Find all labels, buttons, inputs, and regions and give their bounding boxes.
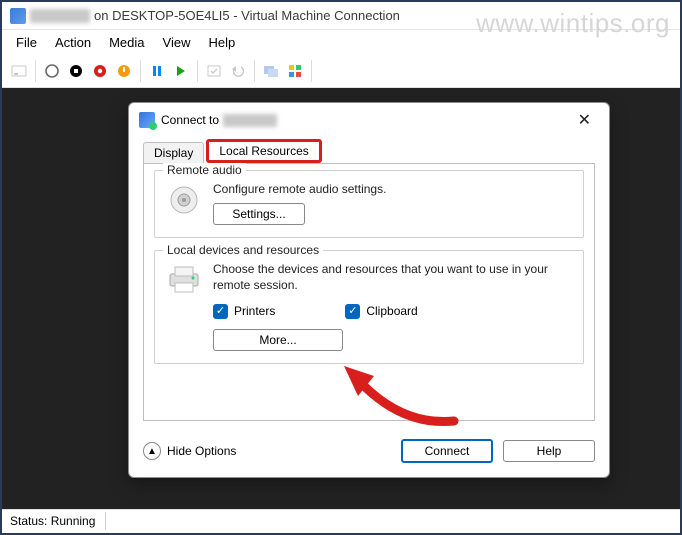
dialog-titlebar: Connect to ✕ xyxy=(129,103,609,137)
shutdown-icon[interactable] xyxy=(89,60,111,82)
enhanced-session-icon[interactable] xyxy=(260,60,282,82)
checkbox-printers[interactable]: ✓ Printers xyxy=(213,304,275,319)
vm-name-obscured xyxy=(30,9,90,23)
menu-action[interactable]: Action xyxy=(47,32,99,53)
group-local-devices: Local devices and resources Choose the d… xyxy=(154,250,584,363)
audio-settings-button[interactable]: Settings... xyxy=(213,203,305,225)
menu-view[interactable]: View xyxy=(155,32,199,53)
turnoff-icon[interactable] xyxy=(65,60,87,82)
connect-button[interactable]: Connect xyxy=(401,439,493,463)
share-icon[interactable] xyxy=(284,60,306,82)
checkbox-clipboard[interactable]: ✓ Clipboard xyxy=(345,304,417,319)
group-title-remote-audio: Remote audio xyxy=(163,163,246,177)
window-title-text: on DESKTOP-5OE4LI5 - Virtual Machine Con… xyxy=(94,8,400,23)
dialog-tabs: Display Local Resources xyxy=(129,137,609,163)
dialog-footer: ▲ Hide Options Connect Help xyxy=(129,431,609,477)
status-text: Status: Running xyxy=(8,512,106,530)
revert-icon[interactable] xyxy=(227,60,249,82)
check-icon: ✓ xyxy=(345,304,360,319)
dialog-title-prefix: Connect to xyxy=(161,113,219,127)
menu-file[interactable]: File xyxy=(8,32,45,53)
menu-media[interactable]: Media xyxy=(101,32,152,53)
checkbox-printers-label: Printers xyxy=(234,304,275,318)
hide-options-button[interactable]: ▲ Hide Options xyxy=(143,442,236,460)
close-icon[interactable]: ✕ xyxy=(570,106,599,134)
menu-help[interactable]: Help xyxy=(200,32,243,53)
group-remote-audio: Remote audio Configure remote audio sett… xyxy=(154,170,584,238)
statusbar: Status: Running xyxy=(2,509,680,531)
dialog-target-obscured xyxy=(223,114,277,127)
remote-audio-desc: Configure remote audio settings. xyxy=(213,181,573,197)
local-devices-desc: Choose the devices and resources that yo… xyxy=(213,261,573,293)
hyperv-icon xyxy=(10,8,26,24)
save-icon[interactable] xyxy=(113,60,135,82)
toolbar xyxy=(2,54,680,88)
more-button[interactable]: More... xyxy=(213,329,343,351)
group-title-local-devices: Local devices and resources xyxy=(163,243,323,257)
ctrl-alt-del-icon[interactable] xyxy=(8,60,30,82)
window-titlebar: on DESKTOP-5OE4LI5 - Virtual Machine Con… xyxy=(2,2,680,30)
printer-icon xyxy=(165,261,203,299)
reset-icon[interactable] xyxy=(170,60,192,82)
check-icon: ✓ xyxy=(213,304,228,319)
menubar: File Action Media View Help xyxy=(2,30,680,54)
checkpoint-icon[interactable] xyxy=(203,60,225,82)
tab-local-resources[interactable]: Local Resources xyxy=(206,139,321,163)
help-button[interactable]: Help xyxy=(503,440,595,462)
tab-panel-local-resources: Remote audio Configure remote audio sett… xyxy=(143,163,595,421)
vm-client-area: Connect to ✕ Display Local Resources Rem… xyxy=(2,88,680,509)
pause-icon[interactable] xyxy=(146,60,168,82)
hide-options-label: Hide Options xyxy=(167,444,236,458)
rdp-icon xyxy=(139,112,155,128)
connect-dialog: Connect to ✕ Display Local Resources Rem… xyxy=(128,102,610,478)
speaker-icon xyxy=(165,181,203,219)
start-icon[interactable] xyxy=(41,60,63,82)
tab-display[interactable]: Display xyxy=(143,142,204,163)
chevron-up-icon: ▲ xyxy=(143,442,161,460)
checkbox-clipboard-label: Clipboard xyxy=(366,304,417,318)
